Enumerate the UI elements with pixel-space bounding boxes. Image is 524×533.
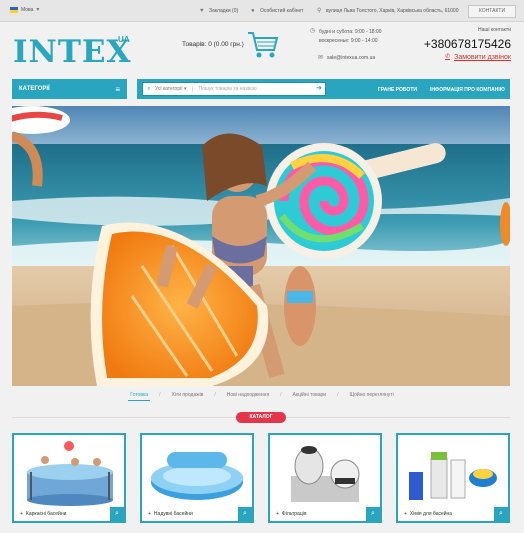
envelope-icon: ✉	[318, 55, 324, 61]
tab-new-arrivals[interactable]: Нові надходження	[225, 390, 271, 400]
nav-bar: ⌕ Усі категорії ▾ Пошук товарів за назво…	[137, 79, 510, 99]
phone-icon: ✆	[445, 54, 451, 60]
address-link[interactable]: ⚲ вулиця Льва Толстого, Харків, Харківсь…	[317, 8, 459, 14]
user-icon: ●	[251, 8, 255, 14]
search-category-select[interactable]: Усі категорії ▾	[155, 86, 193, 92]
plus-icon: +	[276, 511, 279, 517]
beach-photo	[12, 106, 510, 386]
tab-recently-viewed[interactable]: Щойно переглянуті	[347, 390, 395, 400]
phone-number[interactable]: +380678175426	[424, 37, 511, 51]
ukraine-flag-icon	[10, 7, 18, 13]
language-label: Мова	[21, 7, 34, 13]
categories-label: КАТЕГОРІЇ	[19, 86, 50, 92]
plus-icon: +	[404, 511, 407, 517]
callback-label: Замовити дзвінок	[454, 54, 511, 61]
email-link[interactable]: ✉ sale@intexua.com.ua	[318, 55, 375, 61]
callback-link[interactable]: ✆ Замовити дзвінок	[445, 54, 511, 61]
wishlist-label: Закладки (0)	[209, 8, 239, 14]
catalog-badge: КАТАЛОГ	[236, 412, 286, 423]
nav-link-works[interactable]: ГРАНЕ РОБОТИ	[378, 87, 417, 93]
category-label[interactable]: + Надувні басейни	[148, 511, 193, 517]
filter-pump-image	[273, 438, 377, 506]
nav-link-about[interactable]: ІНФОРМАЦІЯ ПРО КОМПАНІЮ	[430, 87, 505, 93]
menu-icon: ≡	[115, 84, 120, 94]
clock-icon: ◷	[310, 28, 316, 34]
tab-new[interactable]: Готовка	[128, 390, 151, 401]
contacts-button[interactable]: КОНТАКТИ	[468, 5, 516, 18]
cart-icon[interactable]	[246, 30, 280, 60]
magnifier-icon[interactable]: ⌕	[366, 507, 380, 521]
plus-icon: +	[148, 511, 151, 517]
magnifier-icon[interactable]: ⌕	[238, 507, 252, 521]
product-tabs: Готовка / Хіти продажів / Нові надходжен…	[0, 388, 524, 402]
tab-sale[interactable]: Акційні товари	[291, 390, 329, 400]
search-icon: ⌕	[147, 85, 151, 92]
category-card-inflatable-pools[interactable]: + Надувні басейни ⌕	[140, 433, 254, 523]
hours-weekdays: будні и субота: 9:00 - 18:00	[319, 29, 382, 35]
inflatable-pool-image	[145, 438, 249, 506]
category-label[interactable]: + Фільтрація	[276, 511, 307, 517]
language-selector[interactable]: Мова ▾	[10, 7, 42, 13]
cart-summary[interactable]: Товарів: 0 (0.00 грн.)	[182, 41, 244, 48]
our-contacts-label: Наші контакти	[477, 27, 511, 33]
email-label: sale@intexua.com.ua	[327, 55, 376, 61]
search-input[interactable]: Пошук товарів за назвою	[193, 86, 313, 92]
wishlist-link[interactable]: ♥ Закладки (0)	[200, 8, 238, 14]
hours-sunday: воскресенье: 9:00 - 14:00	[319, 38, 378, 44]
pool-chemistry-image	[401, 438, 505, 506]
category-card-filtration[interactable]: + Фільтрація ⌕	[268, 433, 382, 523]
magnifier-icon[interactable]: ⌕	[110, 507, 124, 521]
address-label: вулиця Льва Толстого, Харків, Харківська…	[326, 8, 459, 14]
top-bar: Мова ▾ ♥ Закладки (0) ● Особистий кабіне…	[0, 0, 524, 22]
logo-suffix: UA	[118, 35, 130, 44]
plus-icon: +	[20, 511, 23, 517]
account-label: Особистий кабінет	[260, 8, 304, 14]
category-card-chemistry[interactable]: + Хімія для басейна ⌕	[396, 433, 510, 523]
magnifier-icon[interactable]: ⌕	[494, 507, 508, 521]
map-pin-icon: ⚲	[317, 8, 322, 14]
account-link[interactable]: ● Особистий кабінет	[251, 8, 303, 14]
category-card-frame-pools[interactable]: + Каркасні басейни ⌕	[12, 433, 126, 523]
heart-icon: ♥	[200, 8, 204, 14]
chevron-down-icon: ▾	[36, 7, 40, 13]
categories-button[interactable]: КАТЕГОРІЇ ≡	[12, 79, 127, 99]
frame-pool-image	[17, 438, 121, 506]
hero-banner[interactable]	[12, 106, 510, 386]
search-submit-arrow-icon[interactable]: ➜	[313, 83, 325, 95]
logo[interactable]: INTEX	[13, 34, 132, 70]
tab-bestsellers[interactable]: Хіти продажів	[169, 390, 205, 400]
search-box: ⌕ Усі категорії ▾ Пошук товарів за назво…	[142, 82, 326, 96]
category-label[interactable]: + Каркасні басейни	[20, 511, 66, 517]
working-hours: ◷ будні и субота: 9:00 - 18:00 воскресень…	[310, 28, 382, 46]
category-label[interactable]: + Хімія для басейна	[404, 511, 452, 517]
